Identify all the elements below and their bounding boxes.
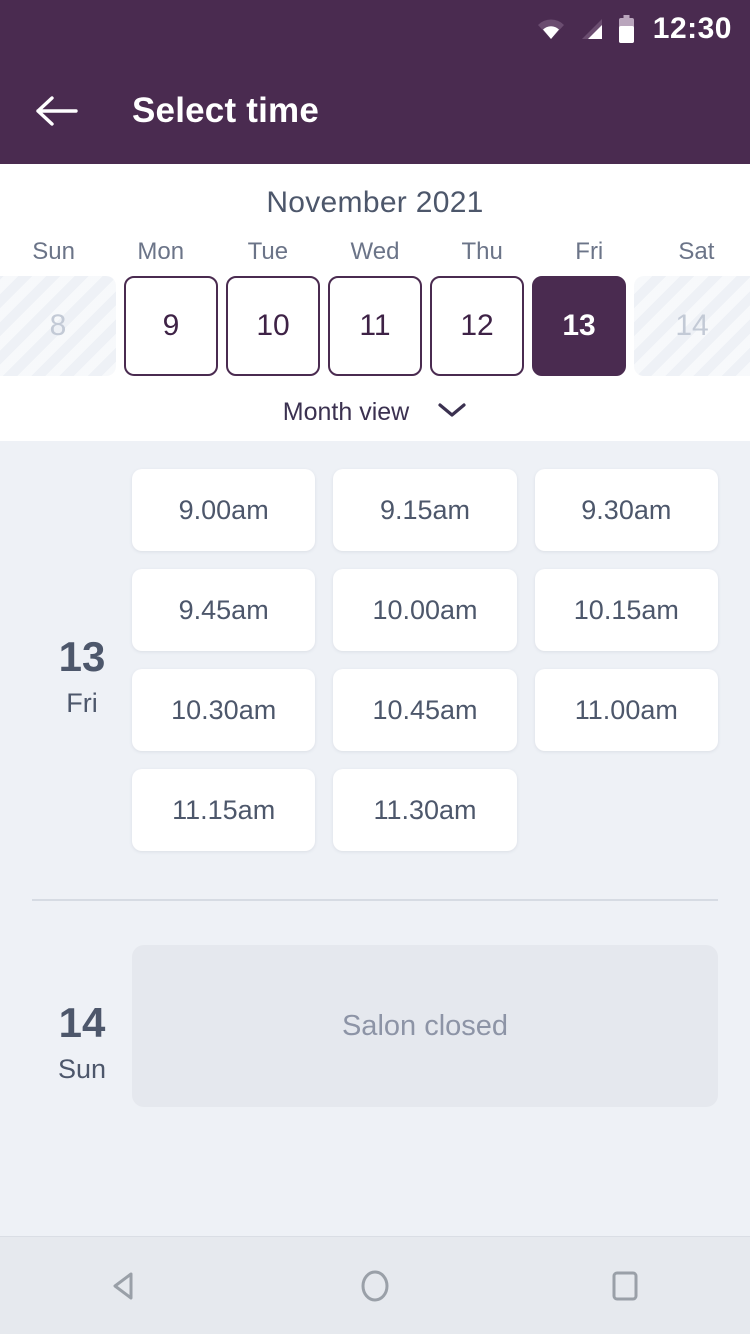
weekday-label: Wed	[350, 238, 400, 265]
page-title: Select time	[132, 91, 320, 130]
nav-home-icon	[361, 1270, 389, 1301]
time-slot[interactable]: 11.30am	[333, 769, 517, 851]
time-slot[interactable]: 10.30am	[132, 669, 316, 751]
day-label-number: 13	[58, 632, 106, 680]
cell-signal-icon	[580, 17, 604, 41]
time-slot-grid: 9.00am 9.15am 9.30am 9.45am 10.00am 10.1…	[132, 469, 718, 851]
status-bar: 12:30	[0, 0, 750, 58]
nav-recents-icon	[612, 1271, 638, 1300]
day-schedule-13: 13 Fri 9.00am 9.15am 9.30am 9.45am 10.00…	[0, 441, 750, 851]
salon-closed-card: Salon closed	[132, 945, 718, 1107]
day-cell-14: 14	[634, 276, 750, 376]
day-label-dow: Fri	[66, 687, 98, 718]
month-view-label: Month view	[282, 398, 410, 426]
nav-back-icon	[113, 1272, 133, 1299]
arrow-left-icon	[36, 96, 78, 126]
back-button[interactable]	[32, 85, 84, 137]
week-day-strip: 8 9 10 11 12 13 14	[0, 276, 750, 376]
day-label-13: 13 Fri	[32, 469, 132, 851]
battery-icon	[618, 15, 635, 43]
weekday-label: Tue	[247, 238, 289, 265]
day-cell-8: 8	[0, 276, 116, 376]
day-label-14: 14 Sun	[32, 945, 132, 1107]
time-slot[interactable]: 9.15am	[333, 469, 517, 551]
time-slot[interactable]: 11.00am	[534, 669, 718, 751]
day-schedule-14: 14 Sun Salon closed	[0, 901, 750, 1107]
day-label-dow: Sun	[57, 1053, 107, 1084]
status-clock: 12:30	[652, 12, 732, 45]
chevron-down-icon	[437, 401, 467, 424]
app-bar: Select time	[0, 58, 750, 164]
time-slot[interactable]: 10.00am	[333, 569, 517, 651]
schedule-body: 13 Fri 9.00am 9.15am 9.30am 9.45am 10.00…	[0, 441, 750, 1236]
weekday-label: Sun	[32, 238, 75, 265]
nav-back-button[interactable]	[80, 1241, 170, 1331]
nav-recents-button[interactable]	[580, 1241, 670, 1331]
weekday-label: Thu	[461, 238, 503, 265]
weekday-label: Fri	[575, 238, 604, 265]
calendar-panel: November 2021 Sun Mon Tue Wed Thu Fri Sa…	[0, 164, 750, 441]
app-screen: 12:30 Select time November 2021 Sun Mon …	[0, 0, 750, 1334]
weekday-label: Mon	[137, 238, 185, 265]
time-slot[interactable]: 11.15am	[132, 769, 316, 851]
wifi-icon	[536, 17, 566, 41]
nav-home-button[interactable]	[330, 1241, 420, 1331]
day-cell-12[interactable]: 12	[430, 276, 524, 376]
day-cell-11[interactable]: 11	[328, 276, 422, 376]
month-view-toggle[interactable]: Month view	[0, 376, 750, 427]
day-cell-10[interactable]: 10	[226, 276, 320, 376]
time-slot[interactable]: 9.30am	[534, 469, 718, 551]
weekday-header-row: Sun Mon Tue Wed Thu Fri Sat	[0, 238, 750, 276]
time-slot[interactable]: 10.45am	[333, 669, 517, 751]
day-cell-13[interactable]: 13	[532, 276, 626, 376]
day-cell-9[interactable]: 9	[124, 276, 218, 376]
android-nav-bar	[0, 1236, 750, 1334]
day-label-number: 14	[58, 998, 106, 1046]
time-slot[interactable]: 9.00am	[132, 469, 316, 551]
time-slot[interactable]: 10.15am	[534, 569, 718, 651]
weekday-label: Sat	[678, 238, 715, 265]
calendar-month-label: November 2021	[266, 186, 484, 219]
time-slot[interactable]: 9.45am	[132, 569, 316, 651]
